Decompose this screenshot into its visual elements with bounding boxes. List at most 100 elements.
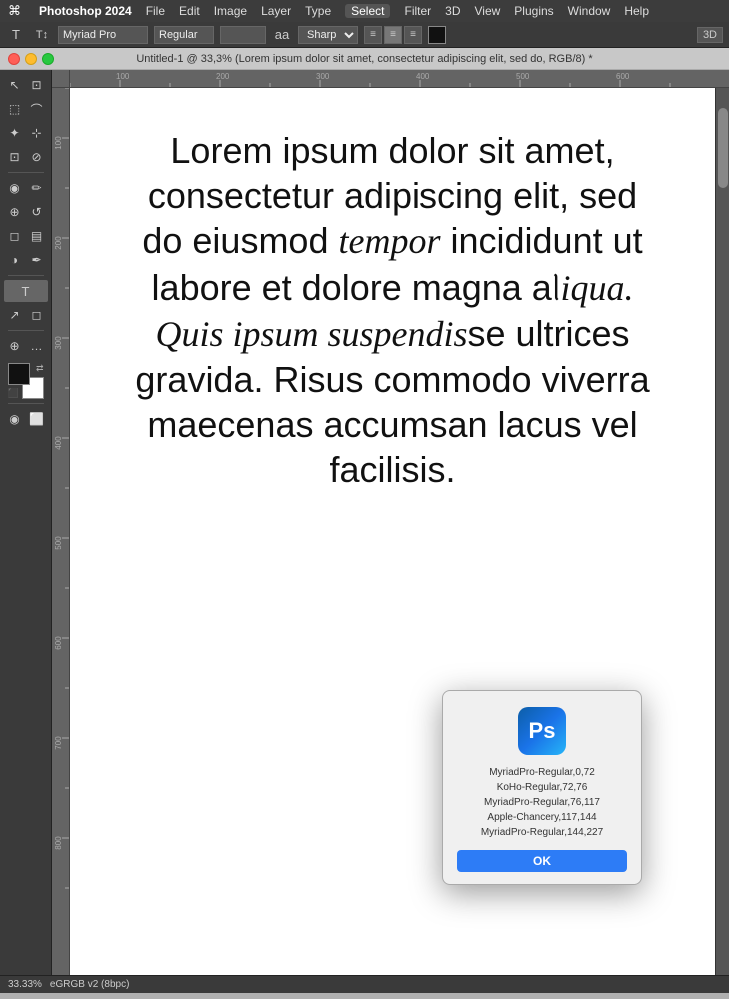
apple-logo: ⌘ xyxy=(8,3,21,19)
menu-window[interactable]: Window xyxy=(568,4,611,18)
reset-colors-icon[interactable]: ⬛ xyxy=(8,388,19,399)
svg-text:800: 800 xyxy=(54,836,63,850)
align-left-btn[interactable]: ≡ xyxy=(364,26,382,44)
eyedropper-tool[interactable]: ⊘ xyxy=(26,146,48,168)
menu-edit[interactable]: Edit xyxy=(179,4,200,18)
vertical-scrollbar[interactable] xyxy=(715,88,729,975)
canvas-text[interactable]: Lorem ipsum dolor sit amet, consectetur … xyxy=(130,128,655,492)
font-info-line-1: MyriadPro-Regular,0,72 xyxy=(457,765,627,780)
v-ruler-svg: 100 200 300 400 500 600 700 800 xyxy=(52,88,70,975)
menu-image[interactable]: Image xyxy=(214,4,247,18)
menu-filter[interactable]: Filter xyxy=(404,4,431,18)
minimize-button[interactable] xyxy=(25,53,37,65)
menu-3d[interactable]: 3D xyxy=(445,4,460,18)
font-match-dialog[interactable]: Ps MyriadPro-Regular,0,72 KoHo-Regular,7… xyxy=(442,690,642,885)
lasso-tool[interactable]: ⌒ xyxy=(26,98,48,120)
main-area: ↖ ⊡ ⬚ ⌒ ✦ ⊹ ⊡ ⊘ ◉ ✏ ⊕ ↺ xyxy=(0,70,729,975)
brush-tool[interactable]: ✏ xyxy=(26,177,48,199)
svg-text:400: 400 xyxy=(416,72,430,81)
swap-colors-icon[interactable]: ⇄ xyxy=(36,363,44,374)
ruler-corner xyxy=(52,70,70,88)
vertical-ruler: 100 200 300 400 500 600 700 800 xyxy=(52,88,70,975)
artboard-tool[interactable]: ⊡ xyxy=(26,74,48,96)
font-size-input[interactable]: 36 pt xyxy=(220,26,266,44)
svg-text:500: 500 xyxy=(516,72,530,81)
rulers-row: 100 200 300 400 500 600 xyxy=(52,70,729,88)
tool-divider-1 xyxy=(8,172,44,173)
options-bar: T T↕ 36 pt aa Sharp Crisp Strong Smooth … xyxy=(0,22,729,48)
svg-text:600: 600 xyxy=(54,636,63,650)
align-center-btn[interactable]: ≡ xyxy=(384,26,402,44)
text-align-group: ≡ ≡ ≡ xyxy=(364,26,422,44)
ellipsis-tool[interactable]: … xyxy=(26,335,48,357)
zoom-tool[interactable]: ⊕ xyxy=(4,335,26,357)
tool-divider-2 xyxy=(8,275,44,276)
traffic-lights xyxy=(8,53,54,65)
font-style-input[interactable] xyxy=(154,26,214,44)
horizontal-ruler: 100 200 300 400 500 600 xyxy=(70,70,729,88)
menu-file[interactable]: File xyxy=(146,4,165,18)
text-orient-icon: T↕ xyxy=(32,29,52,41)
color-swatches: ⇄ ⬛ xyxy=(8,363,44,399)
zoom-level: 33.33% xyxy=(8,979,42,990)
ok-button[interactable]: OK xyxy=(457,850,627,872)
eraser-tool[interactable]: ◻ xyxy=(4,225,26,247)
size-adjust-icon: aa xyxy=(272,27,292,42)
magic-wand-tool[interactable]: ✦ xyxy=(4,122,26,144)
ps-letter: Ps xyxy=(529,718,556,744)
h-ruler-svg: 100 200 300 400 500 600 xyxy=(70,70,729,88)
quick-mask-icon[interactable]: ◉ xyxy=(4,408,26,430)
crop-tool[interactable]: ⊡ xyxy=(4,146,26,168)
type-tool[interactable]: T xyxy=(4,280,48,302)
scroll-thumb[interactable] xyxy=(718,108,728,188)
menu-bar: ⌘ Photoshop 2024 File Edit Image Layer T… xyxy=(0,0,729,22)
align-right-btn[interactable]: ≡ xyxy=(404,26,422,44)
svg-text:200: 200 xyxy=(54,236,63,250)
app-name: Photoshop 2024 xyxy=(39,4,132,18)
menu-help[interactable]: Help xyxy=(624,4,649,18)
tool-divider-4 xyxy=(8,403,44,404)
canvas-inner: Lorem ipsum dolor sit amet, consectetur … xyxy=(70,88,715,532)
tool-divider-3 xyxy=(8,330,44,331)
text-tool-icon: T xyxy=(6,27,26,42)
healing-brush-tool[interactable]: ◉ xyxy=(4,177,26,199)
path-select-tool[interactable]: ↗ xyxy=(4,304,26,326)
menu-view[interactable]: View xyxy=(475,4,501,18)
svg-text:100: 100 xyxy=(54,136,63,150)
font-family-input[interactable] xyxy=(58,26,148,44)
menu-select[interactable]: Select xyxy=(345,4,390,18)
menu-type[interactable]: Type xyxy=(305,4,331,18)
anti-alias-select[interactable]: Sharp Crisp Strong Smooth xyxy=(298,26,358,44)
menu-plugins[interactable]: Plugins xyxy=(514,4,553,18)
clone-stamp-tool[interactable]: ⊕ xyxy=(4,201,26,223)
3d-button[interactable]: 3D xyxy=(697,27,723,43)
font-info-line-5: MyriadPro-Regular,144,227 xyxy=(457,825,627,840)
svg-text:700: 700 xyxy=(54,736,63,750)
shape-tool[interactable]: ◻ xyxy=(26,304,48,326)
foreground-color-swatch[interactable] xyxy=(8,363,30,385)
title-bar: Untitled-1 @ 33,3% (Lorem ipsum dolor si… xyxy=(0,48,729,70)
font-info-line-3: MyriadPro-Regular,76,117 xyxy=(457,795,627,810)
move-tool[interactable]: ↖ xyxy=(4,74,26,96)
svg-text:300: 300 xyxy=(54,336,63,350)
menu-layer[interactable]: Layer xyxy=(261,4,291,18)
screen-mode-icon[interactable]: ⬜ xyxy=(26,408,48,430)
status-bar: 33.33% eGRGB v2 (8bpc) xyxy=(0,975,729,993)
maximize-button[interactable] xyxy=(42,53,54,65)
photoshop-icon: Ps xyxy=(518,707,566,755)
gradient-tool[interactable]: ▤ xyxy=(26,225,48,247)
rect-select-tool[interactable]: ⬚ xyxy=(4,98,26,120)
history-brush-tool[interactable]: ↺ xyxy=(26,201,48,223)
close-button[interactable] xyxy=(8,53,20,65)
font-info-line-4: Apple-Chancery,117,144 xyxy=(457,810,627,825)
document-title: Untitled-1 @ 33,3% (Lorem ipsum dolor si… xyxy=(136,53,592,65)
text-color-swatch[interactable] xyxy=(428,26,446,44)
font-info-line-2: KoHo-Regular,72,76 xyxy=(457,780,627,795)
color-profile: eGRGB v2 (8bpc) xyxy=(50,979,129,990)
pen-tool[interactable]: ✒ xyxy=(26,249,48,271)
dodge-tool[interactable]: ◑ xyxy=(4,249,26,271)
svg-text:300: 300 xyxy=(316,72,330,81)
quick-select-tool[interactable]: ⊹ xyxy=(26,122,48,144)
svg-text:400: 400 xyxy=(54,436,63,450)
document-window: Untitled-1 @ 33,3% (Lorem ipsum dolor si… xyxy=(0,48,729,993)
